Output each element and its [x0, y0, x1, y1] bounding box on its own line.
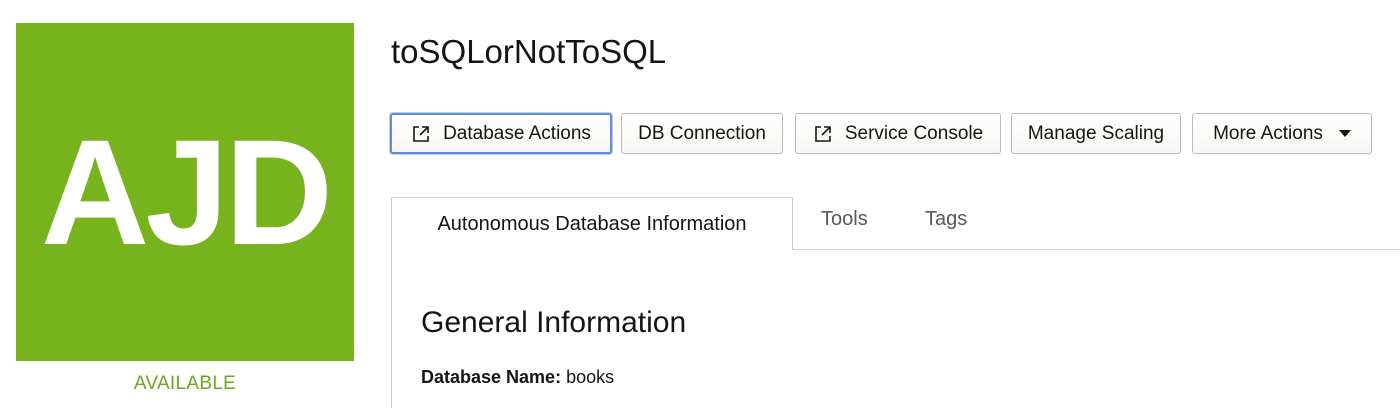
- tab-bar-divider: [793, 249, 1400, 250]
- database-status-tile: AJD: [16, 23, 354, 361]
- manage-scaling-label: Manage Scaling: [1027, 122, 1165, 144]
- tab-tags[interactable]: Tags: [925, 208, 967, 231]
- tab-label: Autonomous Database Information: [437, 212, 747, 235]
- db-connection-button[interactable]: DB Connection: [621, 113, 783, 154]
- caret-down-icon: [1338, 130, 1351, 137]
- tab-autonomous-database-information[interactable]: Autonomous Database Information: [391, 197, 793, 250]
- database-actions-label: Database Actions: [443, 122, 591, 144]
- more-actions-label: More Actions: [1213, 122, 1323, 144]
- db-connection-label: DB Connection: [638, 122, 766, 144]
- tab-panel-border: [391, 249, 392, 408]
- tab-label: Tags: [925, 208, 968, 230]
- section-heading: General Information: [421, 306, 687, 339]
- external-link-icon: [815, 125, 831, 142]
- tab-label: Tools: [821, 208, 868, 230]
- service-console-label: Service Console: [844, 122, 984, 144]
- page-title: toSQLorNotToSQL: [391, 33, 667, 70]
- tab-tools[interactable]: Tools: [821, 208, 868, 231]
- external-link-icon: [413, 125, 429, 142]
- database-name-value: books: [566, 367, 615, 387]
- service-console-button[interactable]: Service Console: [795, 113, 1001, 154]
- more-actions-button[interactable]: More Actions: [1192, 113, 1372, 154]
- database-type-abbreviation: AJD: [40, 108, 333, 276]
- database-details-page: AJD AVAILABLE toSQLorNotToSQL Database A…: [0, 0, 1400, 408]
- manage-scaling-button[interactable]: Manage Scaling: [1011, 113, 1181, 154]
- lifecycle-status-label: AVAILABLE: [133, 373, 237, 394]
- database-name-field: Database Name: books: [421, 367, 614, 388]
- database-actions-button[interactable]: Database Actions: [390, 113, 612, 154]
- database-name-label: Database Name:: [421, 367, 562, 387]
